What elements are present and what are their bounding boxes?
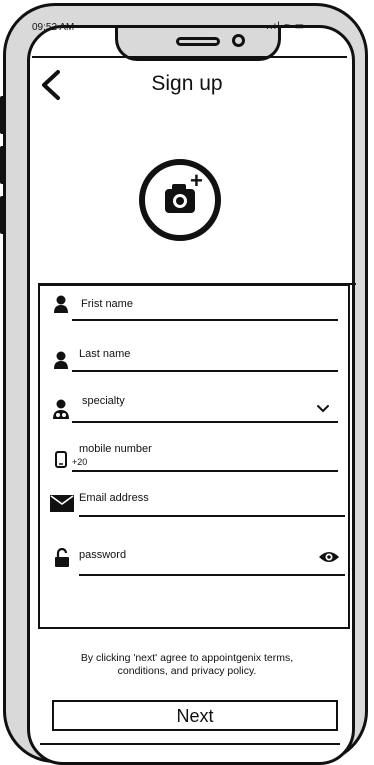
password-input[interactable]: password	[79, 549, 126, 561]
lock-icon	[55, 548, 69, 567]
eye-icon[interactable]	[318, 549, 340, 565]
password-underline	[79, 574, 345, 576]
speaker-icon	[176, 37, 220, 46]
first-name-input[interactable]: Frist name	[81, 298, 133, 310]
specialty-select[interactable]: specialty	[82, 395, 125, 407]
last-name-input[interactable]: Last name	[79, 348, 130, 360]
status-icons: ..ıl ≈ ▭	[266, 21, 306, 32]
envelope-icon	[50, 495, 74, 512]
person-icon	[54, 351, 68, 369]
page-title: Sign up	[151, 72, 223, 95]
next-button[interactable]: Next	[52, 700, 338, 731]
avatar-upload-button[interactable]	[139, 159, 221, 241]
mobile-number-input[interactable]: mobile number	[79, 443, 152, 455]
doctor-icon	[53, 399, 69, 419]
email-underline	[79, 515, 345, 517]
camera-icon	[165, 184, 195, 213]
country-code[interactable]: +20	[72, 457, 87, 467]
phone-side-button	[0, 196, 5, 234]
header-divider	[32, 56, 347, 58]
last-name-underline	[72, 370, 338, 372]
person-icon	[54, 295, 68, 313]
front-camera-icon	[232, 34, 245, 47]
bottom-divider	[40, 743, 340, 745]
mobile-underline	[72, 470, 338, 472]
email-input[interactable]: Email address	[79, 492, 149, 504]
terms-text: By clicking 'next' agree to appointgenix…	[80, 652, 294, 677]
status-time: 09:52 AM	[32, 22, 75, 33]
add-icon: +	[190, 168, 203, 193]
phone-side-button	[0, 146, 5, 184]
specialty-underline	[72, 421, 338, 423]
chevron-down-icon[interactable]	[316, 404, 330, 414]
phone-icon	[55, 451, 67, 468]
phone-side-button	[0, 96, 5, 134]
first-name-underline	[72, 319, 338, 321]
